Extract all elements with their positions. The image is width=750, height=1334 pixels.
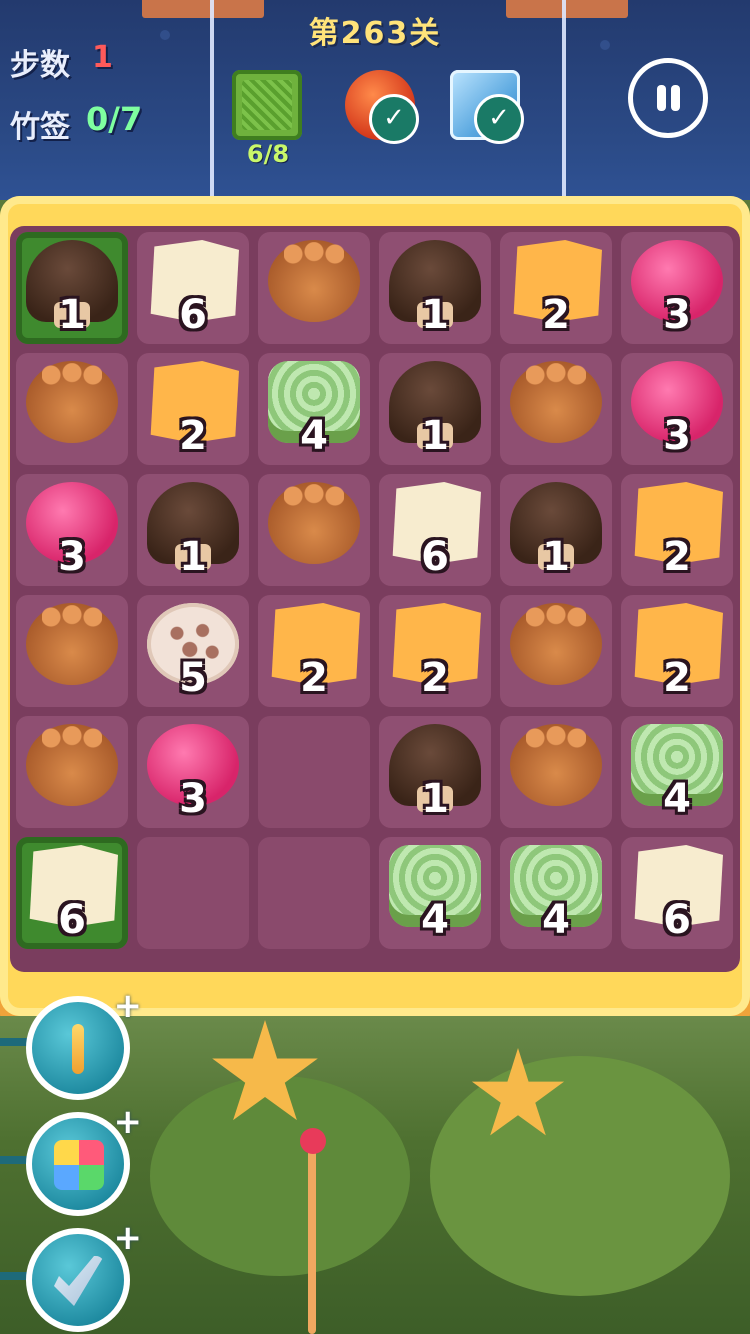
- paw-icon: [26, 724, 118, 806]
- board-cell[interactable]: 2: [379, 595, 491, 707]
- tile-number: 1: [542, 534, 570, 580]
- plus-icon: +: [113, 1218, 143, 1258]
- paw-icon: [26, 361, 118, 443]
- paw-icon: [268, 482, 360, 564]
- board-cell[interactable]: 1: [379, 232, 491, 344]
- board-cell[interactable]: 2: [258, 595, 370, 707]
- plus-icon: +: [113, 986, 143, 1026]
- board-cell[interactable]: [500, 595, 612, 707]
- paw-icon: [268, 240, 360, 322]
- plus-icon: +: [113, 1102, 143, 1142]
- board-cell[interactable]: 2: [621, 595, 733, 707]
- goal-ice-icon: ✓: [450, 70, 524, 144]
- tile-number: 3: [58, 534, 86, 580]
- moves-value: 1: [92, 40, 113, 75]
- heart-icon: [300, 1128, 326, 1154]
- board-cell[interactable]: 2: [621, 474, 733, 586]
- board-cell[interactable]: 4: [500, 837, 612, 949]
- tile-number: 2: [663, 534, 691, 580]
- shovel-icon: [54, 1256, 104, 1306]
- rubik-cube-icon: [54, 1140, 104, 1190]
- tile-number: 1: [421, 292, 449, 338]
- pause-icon: [657, 85, 666, 111]
- board-cell[interactable]: 4: [379, 837, 491, 949]
- bush-decor: [430, 1056, 730, 1296]
- board-cell[interactable]: [258, 232, 370, 344]
- tile-number: 2: [542, 292, 570, 338]
- sticks-label: 竹签: [10, 110, 70, 145]
- board-cell[interactable]: 6: [621, 837, 733, 949]
- board-cell[interactable]: 1: [500, 474, 612, 586]
- sticks-value: 0/7: [86, 100, 143, 138]
- tile-number: 3: [663, 413, 691, 459]
- game-board: 1 6 1 2 3 2 4 1 3 3 1 6 1 2 5 2 2 2 3 1 4 6 4 4 6: [10, 226, 740, 972]
- board-cell[interactable]: 6: [137, 232, 249, 344]
- tile-number: 2: [300, 655, 328, 701]
- board-cell[interactable]: 4: [258, 353, 370, 465]
- goal-grass-icon: [232, 70, 302, 140]
- board-cell[interactable]: 3: [621, 353, 733, 465]
- tile-number: 4: [663, 776, 691, 822]
- booster-skewer-button[interactable]: +: [26, 986, 142, 1100]
- tile-number: 1: [421, 776, 449, 822]
- board-cell[interactable]: 2: [137, 353, 249, 465]
- board-cell-empty[interactable]: [258, 716, 370, 828]
- tile-number: 6: [663, 897, 691, 943]
- tile-number: 4: [300, 413, 328, 459]
- board-cell[interactable]: [16, 595, 128, 707]
- board-cell[interactable]: 3: [16, 474, 128, 586]
- tile-number: 3: [179, 776, 207, 822]
- tile-number: 5: [179, 655, 207, 701]
- booster-shovel-button[interactable]: +: [26, 1218, 142, 1332]
- board-cell[interactable]: 3: [621, 232, 733, 344]
- board-cell[interactable]: 5: [137, 595, 249, 707]
- board-cell[interactable]: [16, 716, 128, 828]
- board-cell[interactable]: 3: [137, 716, 249, 828]
- booster-cube-button[interactable]: +: [26, 1102, 142, 1216]
- board-cell[interactable]: [16, 353, 128, 465]
- board-cell-empty[interactable]: [137, 837, 249, 949]
- tile-number: 6: [179, 292, 207, 338]
- pause-button[interactable]: [628, 58, 708, 138]
- board-cell[interactable]: [500, 353, 612, 465]
- tile-number: 6: [58, 897, 86, 943]
- tile-number: 3: [663, 292, 691, 338]
- board-cell[interactable]: 2: [500, 232, 612, 344]
- board-cell[interactable]: 4: [621, 716, 733, 828]
- board-cell[interactable]: 1: [137, 474, 249, 586]
- tile-number: 4: [542, 897, 570, 943]
- board-cell[interactable]: 1: [379, 353, 491, 465]
- tile-number: 1: [179, 534, 207, 580]
- tile-number: 6: [421, 534, 449, 580]
- tile-number: 1: [421, 413, 449, 459]
- tile-number: 4: [421, 897, 449, 943]
- board-cell[interactable]: 1: [16, 232, 128, 344]
- checkmark-icon: ✓: [474, 94, 524, 144]
- board-cell-empty[interactable]: [258, 837, 370, 949]
- tile-number: 2: [663, 655, 691, 701]
- board-cell[interactable]: 6: [379, 474, 491, 586]
- goal-grass-count: 6/8: [246, 140, 290, 168]
- paw-icon: [26, 603, 118, 685]
- paw-icon: [510, 603, 602, 685]
- pause-icon: [671, 85, 680, 111]
- tile-number: 1: [58, 292, 86, 338]
- paw-icon: [510, 724, 602, 806]
- board-cell[interactable]: 1: [379, 716, 491, 828]
- board-cell[interactable]: 6: [16, 837, 128, 949]
- tile-number: 2: [179, 413, 207, 459]
- moves-label: 步数: [10, 48, 70, 83]
- progress-pole: [308, 1150, 316, 1334]
- checkmark-icon: ✓: [369, 94, 419, 144]
- paw-icon: [510, 361, 602, 443]
- board-cell[interactable]: [258, 474, 370, 586]
- board-cell[interactable]: [500, 716, 612, 828]
- tile-number: 2: [421, 655, 449, 701]
- goal-ball-icon: ✓: [345, 70, 419, 144]
- skewer-icon: [72, 1024, 84, 1074]
